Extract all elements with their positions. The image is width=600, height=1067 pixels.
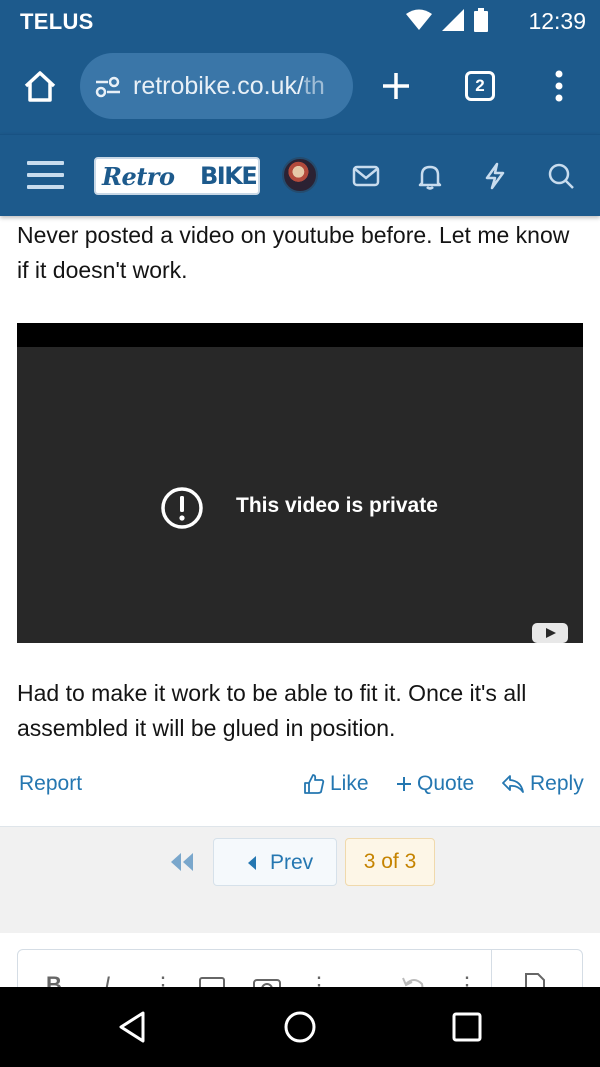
like-button[interactable]: Like [303,772,369,796]
pagination: Prev 3 of 3 [0,827,600,933]
tab-switcher-button[interactable]: 2 [465,71,495,101]
new-tab-plus-icon[interactable] [380,70,412,102]
plus-icon [397,777,411,791]
post-actions: Report Like Quote Reply [0,770,600,800]
status-icons [406,8,488,32]
avatar[interactable] [282,157,318,193]
status-bar: TELUS 12:39 [0,0,600,42]
video-top-bar [17,323,583,347]
address-bar[interactable]: retrobike.co.uk/th [80,53,353,119]
prev-page-button[interactable]: Prev [213,838,337,886]
alert-circle-icon [161,487,203,529]
battery-icon [474,8,488,32]
search-icon[interactable] [546,161,576,191]
bell-icon[interactable] [415,161,445,191]
like-label: Like [330,772,369,795]
reply-arrow-icon [502,775,524,793]
lightning-icon[interactable] [480,161,510,191]
video-embed[interactable]: This video is private [17,323,583,643]
clock: 12:39 [528,8,586,34]
logo-bike-text: BIKE [200,162,258,190]
cell-signal-icon [442,9,464,31]
youtube-logo-icon[interactable] [532,623,568,643]
first-page-icon[interactable] [168,851,196,873]
post-text-top: Never posted a video on youtube before. … [17,222,570,283]
quote-button[interactable]: Quote [396,772,474,796]
thumbs-up-icon [304,774,325,794]
browser-toolbar: retrobike.co.uk/th 2 [0,42,600,134]
reply-button[interactable]: Reply [501,772,584,796]
site-header: Retro BIKE [0,134,600,216]
quote-label: Quote [417,772,475,795]
home-circle-icon[interactable] [282,1009,318,1045]
site-logo[interactable]: Retro BIKE [94,157,260,195]
mail-icon[interactable] [351,161,381,191]
more-vert-icon[interactable] [553,69,565,103]
reply-label: Reply [530,772,584,795]
url-text: retrobike.co.uk/th [133,72,325,101]
wifi-icon [406,9,432,30]
page-indicator[interactable]: 3 of 3 [345,838,435,886]
post-text-bottom: Had to make it work to be able to fit it… [17,680,527,741]
home-icon[interactable] [22,68,58,104]
logo-retro-text: Retro [102,162,175,191]
carrier-name: TELUS [20,9,94,34]
menu-hamburger-icon[interactable] [27,159,64,191]
url-main: retrobike.co.uk/ [133,72,304,100]
prev-label: Prev [270,851,314,874]
site-settings-icon[interactable] [94,75,122,99]
url-faded: th [303,72,325,100]
recents-square-icon[interactable] [449,1009,485,1045]
video-private-message: This video is private [236,494,438,517]
report-link[interactable]: Report [19,772,82,796]
back-triangle-icon[interactable] [115,1009,151,1045]
android-navigation-bar [0,987,600,1067]
caret-left-icon [248,856,256,870]
